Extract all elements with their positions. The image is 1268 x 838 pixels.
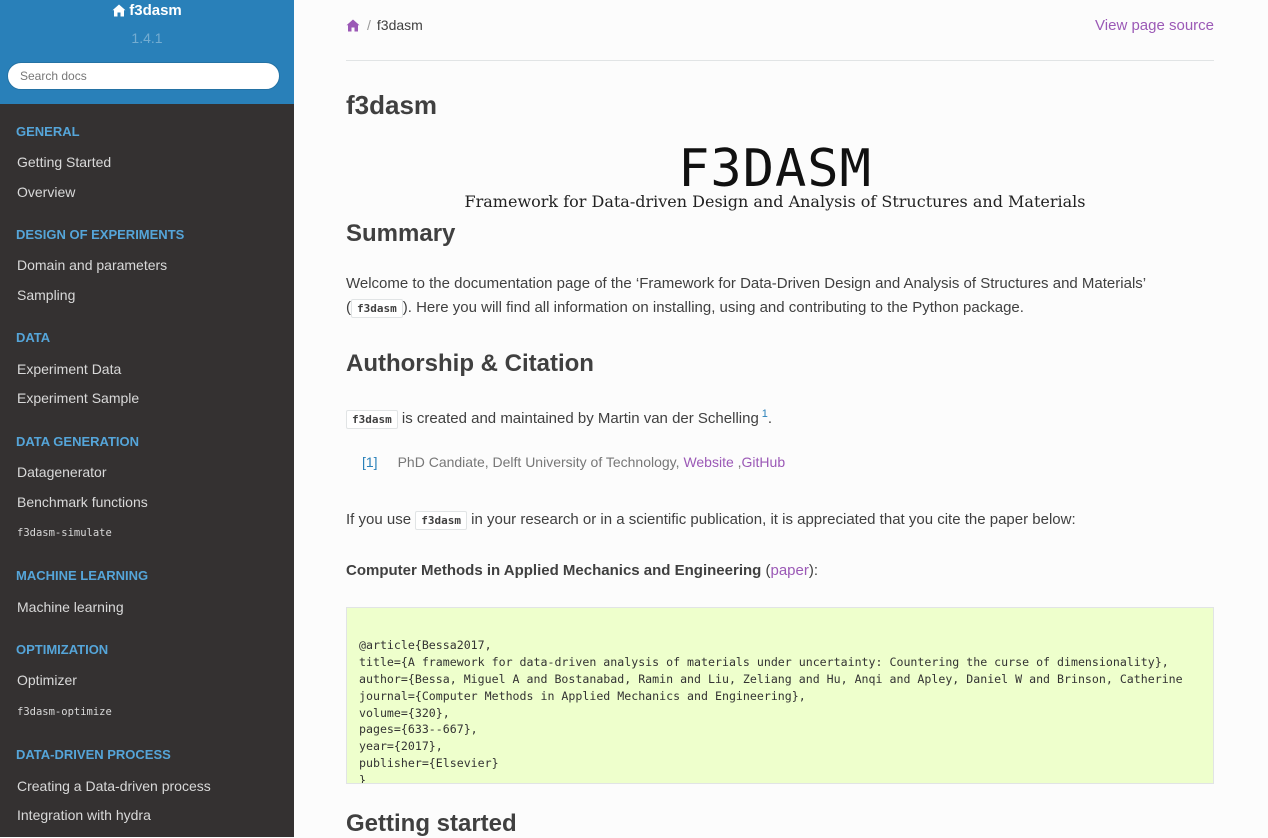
paper-link[interactable]: paper — [770, 562, 808, 579]
breadcrumb-current: f3dasm — [376, 17, 423, 33]
authorship-period: . — [767, 410, 773, 427]
breadcrumb-separator: / — [367, 17, 371, 33]
nav-domain-and-parameters[interactable]: Domain and parameters — [17, 257, 167, 273]
bibtex-code-block[interactable]: @article{Bessa2017, title={A framework fo… — [346, 607, 1214, 784]
caption-data-generation: DATA GENERATION — [16, 434, 140, 449]
citation-request-paragraph: If you use f3dasm in your research or in… — [346, 508, 1214, 533]
nav-f3dasm-optimize[interactable]: f3dasm-optimize — [17, 706, 112, 718]
nav-creating-data-driven-process[interactable]: Creating a Data-driven process — [17, 778, 211, 794]
caption-data-driven-process: DATA-DRIVEN PROCESS — [16, 747, 171, 762]
project-name: f3dasm — [129, 2, 182, 19]
bibtex-line: year={2017}, — [359, 739, 443, 754]
github-link[interactable]: GitHub — [742, 454, 786, 470]
view-page-source-link[interactable]: View page source — [1095, 17, 1214, 34]
caption-data: DATA — [16, 330, 51, 345]
package-code: f3dasm — [346, 410, 398, 429]
logo-title: F3DASM — [678, 139, 872, 199]
summary-heading: Summary — [346, 220, 456, 247]
logo-subtitle: Framework for Data-driven Design and Ana… — [464, 192, 1086, 211]
home-icon[interactable] — [346, 19, 360, 35]
citation-request-pre: If you use — [346, 511, 412, 528]
nav-experiment-data[interactable]: Experiment Data — [17, 361, 121, 377]
getting-started-heading: Getting started — [346, 810, 517, 837]
bibtex-line: author={Bessa, Miguel A and Bostanabad, … — [359, 671, 1183, 686]
caption-design-of-experiments: DESIGN OF EXPERIMENTS — [16, 227, 185, 242]
nav-datagenerator[interactable]: Datagenerator — [17, 464, 107, 480]
authorship-text: is created and maintained by Martin van … — [401, 410, 759, 427]
nav-machine-learning[interactable]: Machine learning — [17, 599, 124, 615]
summary-paragraph: Welcome to the documentation page of the… — [346, 272, 1214, 321]
journal-name: Computer Methods in Applied Mechanics an… — [346, 562, 762, 579]
paper-close-paren: ): — [808, 562, 819, 579]
footnote-label[interactable]: [1] — [362, 454, 378, 470]
caption-general: GENERAL — [16, 124, 80, 139]
nav-experiment-sample[interactable]: Experiment Sample — [17, 390, 139, 406]
citation-request-post: in your research or in a scientific publ… — [471, 511, 1076, 528]
nav-integration-with-hydra[interactable]: Integration with hydra — [17, 807, 151, 823]
nav-overview[interactable]: Overview — [17, 184, 75, 200]
divider — [346, 60, 1214, 61]
bibtex-line: title={A framework for data-driven analy… — [359, 654, 1169, 669]
nav-benchmark-functions[interactable]: Benchmark functions — [17, 494, 148, 510]
home-icon — [112, 4, 126, 17]
authorship-paragraph: f3dasm is created and maintained by Mart… — [346, 402, 1214, 432]
nav-f3dasm-simulate[interactable]: f3dasm-simulate — [17, 527, 112, 539]
summary-line-2: ). Here you will find all information on… — [402, 299, 1024, 316]
package-code: f3dasm — [415, 511, 467, 530]
breadcrumb: / f3dasm — [346, 17, 423, 35]
bibtex-line: volume={320}, — [359, 705, 450, 720]
nav-sampling[interactable]: Sampling — [17, 287, 75, 303]
sidebar: f3dasm 1.4.1 GENERAL Getting Started Ove… — [0, 0, 294, 837]
bibtex-line: pages={633--667}, — [359, 722, 478, 737]
caption-machine-learning: MACHINE LEARNING — [16, 568, 149, 583]
summary-line-1: Welcome to the documentation page of the… — [346, 275, 1147, 292]
nav-getting-started[interactable]: Getting Started — [17, 154, 111, 170]
website-link[interactable]: Website — [683, 454, 733, 470]
bibtex-line: @article{Bessa2017, — [359, 637, 492, 652]
bibtex-line: } — [359, 773, 366, 784]
footnote-text: PhD Candiate, Delft University of Techno… — [397, 454, 680, 470]
sidebar-header: f3dasm 1.4.1 — [0, 0, 294, 104]
search-input[interactable] — [7, 62, 280, 90]
package-code: f3dasm — [351, 299, 403, 318]
version-label: 1.4.1 — [131, 30, 163, 46]
project-home-link[interactable]: f3dasm — [0, 2, 294, 20]
caption-optimization: OPTIMIZATION — [16, 642, 109, 657]
citation-heading: Computer Methods in Applied Mechanics an… — [346, 562, 818, 579]
bibtex-line: publisher={Elsevier} — [359, 756, 499, 771]
nav-optimizer[interactable]: Optimizer — [17, 672, 77, 688]
footnote: [1] PhD Candiate, Delft University of Tec… — [362, 454, 785, 470]
page-title: f3dasm — [346, 90, 438, 120]
bibtex-line: journal={Computer Methods in Applied Mec… — [359, 688, 806, 703]
f3dasm-logo: F3DASM Framework for Data-driven Design … — [346, 140, 1214, 211]
authorship-heading: Authorship & Citation — [346, 350, 594, 377]
